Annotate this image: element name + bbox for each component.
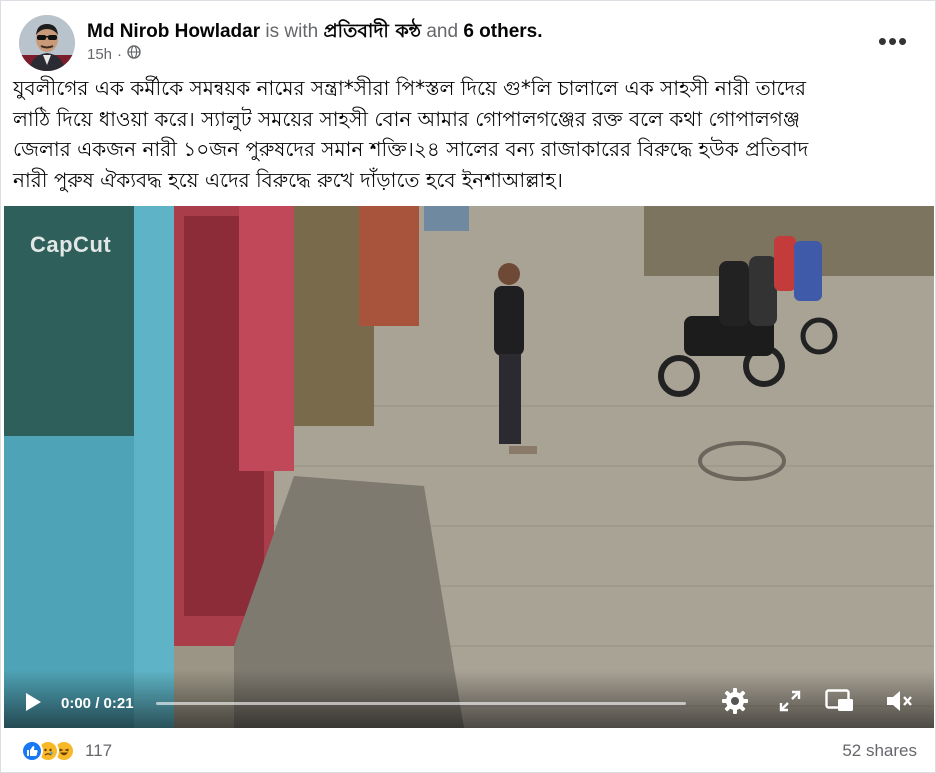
picture-in-picture-icon[interactable] [825,689,855,718]
others-link[interactable]: 6 others. [463,21,542,42]
video-frame [4,206,934,728]
author-avatar[interactable] [19,15,75,71]
post-text-line: নারী পুরুষ ঐক্যবদ্ধ হয়ে এদের বিরুদ্ধে র… [13,167,563,192]
facebook-post: Md Nirob Howladar is with প্রতিবাদী কন্ঠ… [0,0,936,773]
reaction-count: 117 [85,741,113,760]
more-options-button[interactable]: ••• [873,23,913,59]
video-controls: 0:00 / 0:21 [4,670,934,728]
play-icon[interactable] [24,692,42,717]
with-text: is with [265,21,319,42]
post-text-line: লাঠি দিয়ে ধাওয়া করে। স্যালুট সময়ের সা… [13,106,800,131]
mute-icon[interactable] [885,689,913,718]
video-player[interactable]: CapCut 0:00 / 0:21 [4,206,934,728]
avatar-image [19,15,75,71]
video-time: 0:00 / 0:21 [61,695,134,712]
post-time[interactable]: 15h [87,46,112,63]
more-options-icon: ••• [877,26,909,56]
post-text-line: জেলার একজন নারী ১০জন পুরুষদের সমান শক্তি… [13,137,809,161]
and-text: and [426,21,459,42]
post-text-line: যুবলীগের এক কর্মীকে সমন্বয়ক নামের সন্ত্… [13,76,807,100]
video-progress-bar[interactable] [156,702,686,705]
meta-separator: · [117,45,123,63]
globe-icon[interactable] [127,45,141,63]
post-footer: 117 52 shares [1,728,936,773]
shares-count[interactable]: 52 shares [842,741,917,761]
like-icon [21,740,43,762]
author-name[interactable]: Md Nirob Howladar [87,21,260,42]
expand-icon[interactable] [779,690,801,717]
author-line: Md Nirob Howladar is with প্রতিবাদী কন্ঠ… [87,17,543,49]
tagged-page-link[interactable]: প্রতিবাদী কন্ঠ [323,20,421,42]
capcut-watermark: CapCut [30,232,112,257]
post-meta: 15h · [87,45,141,63]
post-text: যুবলীগের এক কর্মীকে সমন্বয়ক নামের সন্ত্… [13,73,923,195]
reactions-summary[interactable]: 117 [21,740,112,762]
settings-icon[interactable] [721,687,749,720]
